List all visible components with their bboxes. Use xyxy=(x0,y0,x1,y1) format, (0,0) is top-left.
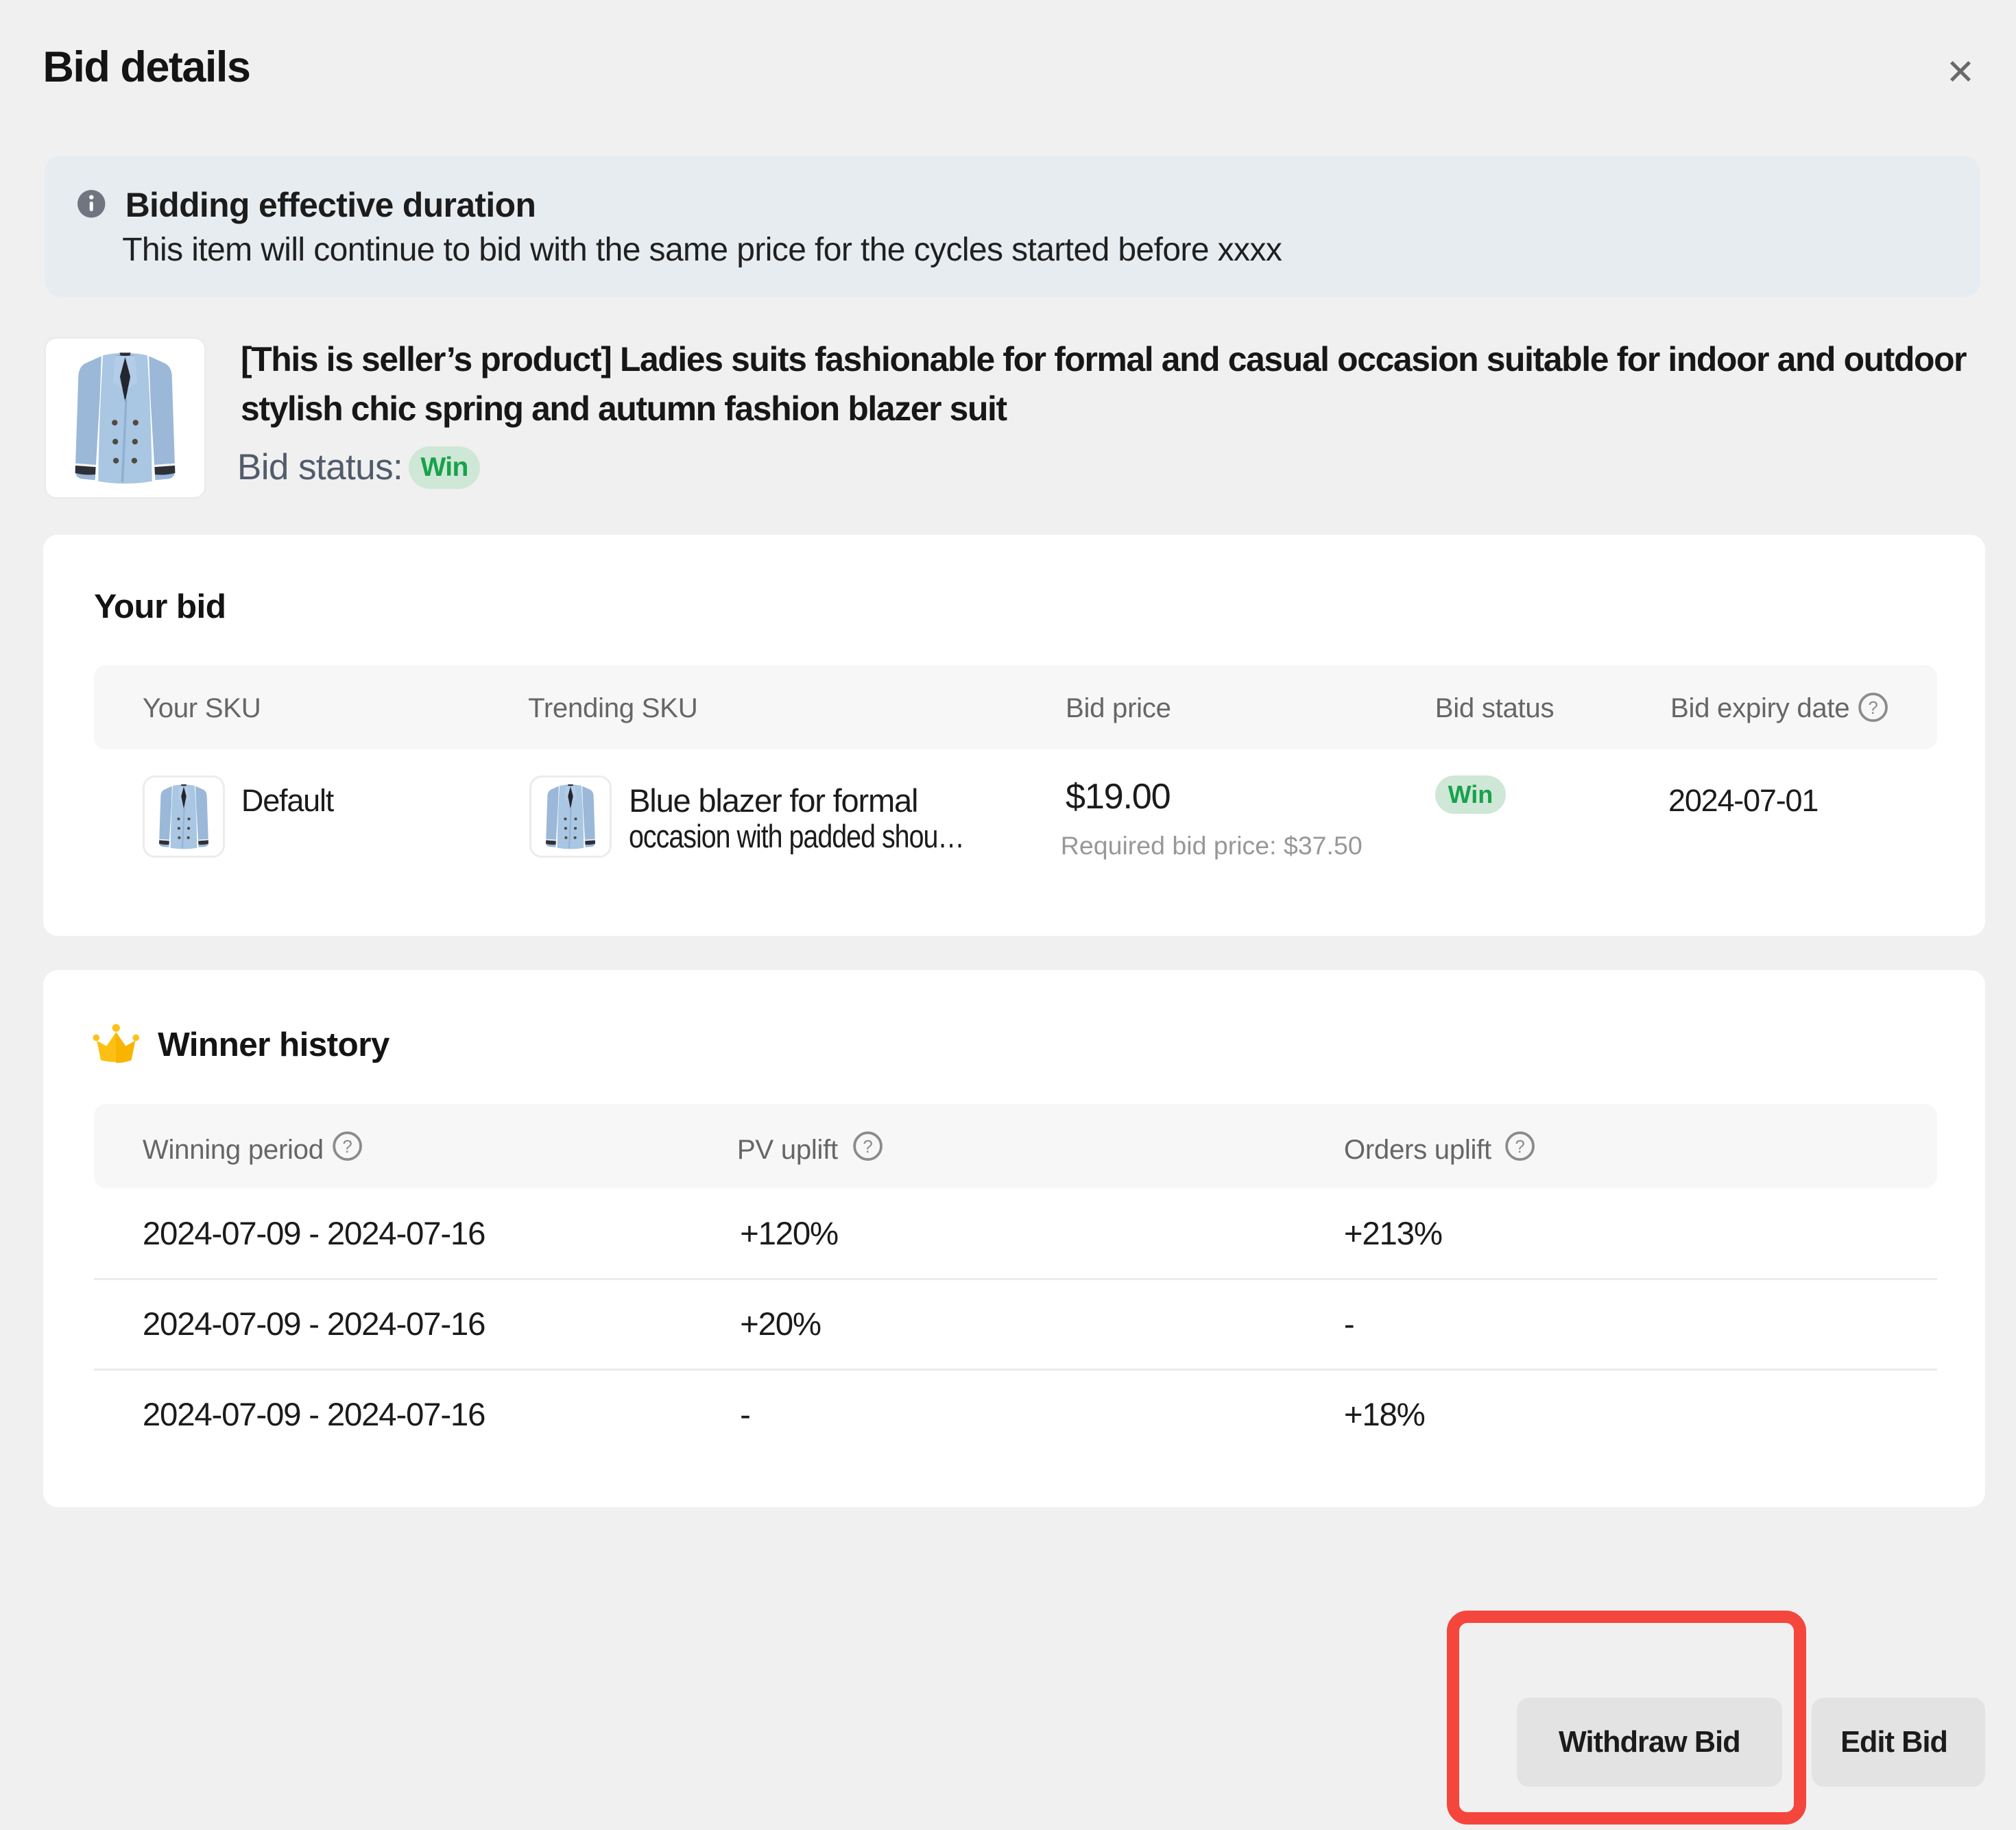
svg-text:?: ? xyxy=(1515,1137,1525,1157)
svg-text:?: ? xyxy=(1868,699,1877,718)
svg-text:?: ? xyxy=(863,1137,872,1157)
svg-text:?: ? xyxy=(343,1137,352,1157)
